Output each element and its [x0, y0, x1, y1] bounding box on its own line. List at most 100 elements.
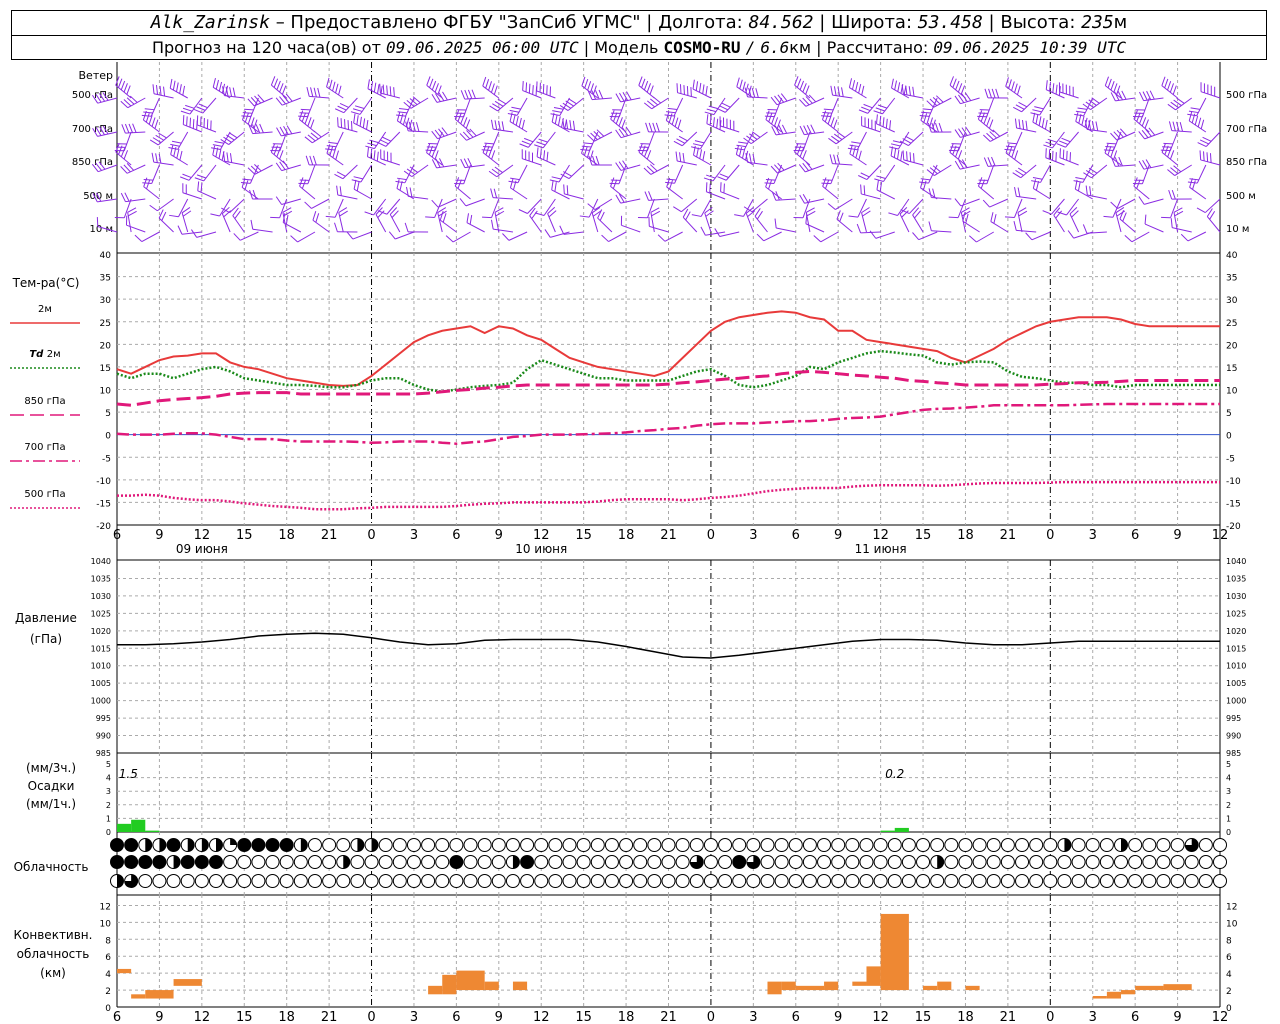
wind-barb-feather	[495, 210, 505, 217]
cloud-circle	[887, 874, 902, 888]
cloud-circle	[534, 874, 549, 888]
cloud-circle	[1142, 874, 1157, 888]
wind-barb-feather	[584, 78, 589, 89]
cloud-circle	[831, 838, 846, 852]
pressure-tick-label: 995	[96, 714, 111, 723]
cloud-circle	[958, 855, 973, 869]
wind-barb-feather	[490, 119, 494, 130]
wind-barb-feather	[655, 122, 660, 133]
wind-barb-feather	[1197, 117, 1202, 128]
cloud-circle	[1142, 838, 1157, 852]
wind-barb-feather	[919, 181, 929, 184]
wind-barb-shaft	[1204, 198, 1221, 213]
conv-tick-label: 0	[1226, 1004, 1232, 1014]
wind-barb-feather	[890, 143, 901, 147]
cloud-circle	[1198, 874, 1213, 888]
wind-barb-feather	[755, 88, 759, 98]
wind-barb-shaft	[151, 164, 160, 184]
cloud-circle	[166, 874, 181, 888]
cloud-circle	[1114, 855, 1129, 869]
wind-barb-shaft	[743, 131, 754, 151]
wind-barb-shaft	[463, 97, 471, 117]
cloud-cover-symbol	[279, 874, 294, 888]
cloud-circle	[520, 838, 535, 852]
wind-barb-feather	[364, 211, 374, 216]
wind-barb-feather	[1138, 196, 1145, 205]
temp-tick-label: 0	[1226, 432, 1232, 442]
wind-barb-feather	[118, 78, 123, 88]
wind-barb-feather	[518, 117, 522, 128]
cloud-circle	[633, 838, 648, 852]
cloud-circle	[491, 874, 506, 888]
wind-barb-feather	[1044, 119, 1048, 130]
cloud-cover-symbol	[392, 838, 407, 852]
wind-barb-shaft	[353, 122, 372, 133]
cloud-circle	[760, 874, 775, 888]
hour-tick-label: 12	[533, 528, 550, 543]
wind-barb-feather	[692, 79, 695, 90]
wind-barb-shaft	[898, 131, 910, 150]
cloud-circle	[604, 874, 619, 888]
wind-barb-feather	[612, 179, 618, 189]
wind-barb-shaft	[875, 231, 895, 239]
cloud-cover-symbol	[336, 874, 351, 888]
wind-barb-feather	[399, 108, 409, 111]
temp-tick-label: 15	[1226, 364, 1237, 374]
cloud-cover-symbol	[604, 874, 619, 888]
wind-barb-feather	[954, 198, 962, 207]
wind-barb-feather	[154, 119, 159, 129]
wind-barb-feather	[905, 135, 914, 142]
wind-barb-feather	[991, 156, 996, 167]
wind-barb-feather	[676, 138, 686, 144]
wind-barb-feather	[984, 88, 989, 98]
wind-barb-shaft	[674, 164, 684, 184]
wind-barb-shaft	[765, 186, 782, 200]
cloud-circle	[463, 855, 478, 869]
wind-barb-feather	[1168, 121, 1173, 131]
wind-barb-feather	[805, 214, 808, 224]
wind-barb-feather	[493, 85, 498, 95]
wind-barb-feather	[182, 115, 185, 125]
wind-barb-shaft	[876, 123, 895, 133]
wind-barb-feather	[1161, 76, 1166, 86]
cloud-cover-symbol	[675, 838, 690, 852]
wind-barb-feather	[379, 83, 381, 94]
hour-tick-label: 6	[1131, 528, 1139, 543]
cloud-fill-full	[110, 838, 124, 852]
cloud-cover-symbol	[505, 874, 520, 888]
wind-barb-feather	[738, 147, 743, 157]
wind-barb-feather	[699, 149, 703, 159]
wind-barb-feather	[1017, 207, 1027, 213]
wind-barb-feather	[1167, 81, 1172, 91]
cloud-cover-symbol	[124, 855, 139, 869]
wind-barb-feather	[949, 143, 954, 153]
pressure-tick-label: 990	[1226, 732, 1241, 741]
wind-barb-shaft	[986, 97, 995, 117]
cloud-cover-symbol	[279, 838, 294, 852]
wind-barb-feather	[132, 123, 137, 133]
cloud-cover-symbol	[802, 838, 817, 852]
cloud-circle	[972, 874, 987, 888]
wind-barb-shaft	[465, 198, 485, 207]
wind-barb-feather	[552, 110, 562, 113]
cloud-cover-symbol	[491, 838, 506, 852]
wind-barb-feather	[244, 112, 249, 123]
conv-tick-label: 2	[1226, 987, 1232, 997]
cloud-panel-title: Облачность	[14, 860, 89, 874]
cloud-circle	[703, 874, 718, 888]
wind-barb-feather	[337, 105, 347, 111]
wind-barb-feather	[1142, 91, 1148, 101]
wind-barb-feather	[189, 117, 192, 128]
cloud-circle	[958, 838, 973, 852]
wind-barb-shaft	[830, 164, 839, 184]
wind-barb-feather	[822, 111, 832, 114]
cloud-fill-full	[266, 838, 280, 852]
cloud-circle	[350, 855, 365, 869]
wind-barb-shaft	[776, 97, 796, 106]
cloud-circle	[449, 838, 464, 852]
wind-barb-feather	[317, 87, 321, 98]
wind-barb-feather	[373, 82, 377, 93]
wind-barb-shaft	[334, 131, 344, 151]
wind-barb-feather	[1202, 136, 1212, 142]
temp-tick-label: -10	[96, 477, 111, 487]
